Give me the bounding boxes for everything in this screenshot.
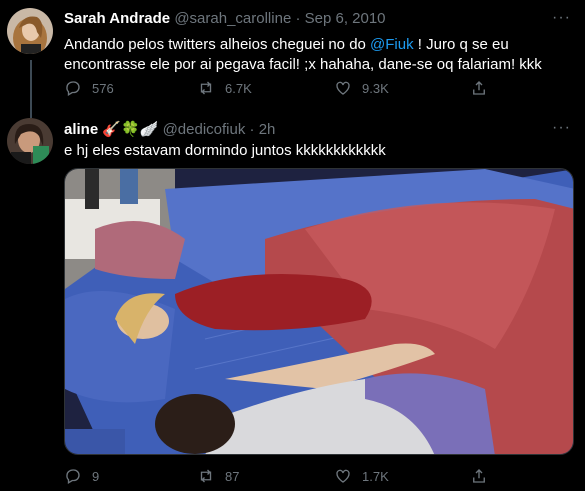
avatar-sarah[interactable]	[7, 8, 53, 54]
tweet-header: Sarah Andrade @sarah_carolline · Sep 6, …	[64, 10, 386, 27]
reply-button[interactable]: 9	[64, 466, 99, 486]
action-bar: 576 6.7K 9.3K	[64, 78, 504, 98]
more-options-icon[interactable]: ···	[552, 9, 571, 27]
name-emojis: 🎸🍀🪽	[102, 121, 159, 138]
tweet-header: aline 🎸🍀🪽 @dedicofiuk · 2h	[64, 120, 275, 138]
avatar-aline[interactable]	[7, 118, 53, 164]
user-handle[interactable]: @dedicofiuk	[163, 121, 246, 138]
retweet-button[interactable]: 87	[197, 466, 239, 486]
mention-link[interactable]: @Fiuk	[370, 36, 414, 53]
reply-count: 576	[92, 80, 114, 96]
tweet-aline[interactable]: aline 🎸🍀🪽 @dedicofiuk · 2h ··· e hj eles…	[0, 115, 585, 491]
like-count: 9.3K	[362, 80, 389, 96]
retweet-count: 6.7K	[225, 80, 252, 96]
tweet-photo[interactable]	[64, 168, 574, 455]
more-options-icon[interactable]: ···	[552, 119, 571, 137]
like-icon	[336, 81, 350, 95]
reply-button[interactable]: 576	[64, 78, 114, 98]
tweet-text-start: Andando pelos twitters alheios cheguei n…	[64, 36, 371, 53]
reply-icon	[66, 81, 80, 96]
separator-dot: ·	[249, 121, 255, 138]
like-button[interactable]: 9.3K	[334, 78, 389, 98]
share-icon	[473, 469, 485, 483]
reply-count: 9	[92, 468, 100, 484]
retweet-icon	[200, 81, 212, 95]
share-button[interactable]	[470, 78, 498, 98]
tweet-text: Andando pelos twitters alheios cheguei n…	[64, 35, 564, 75]
like-count: 1.7K	[362, 468, 389, 484]
user-handle[interactable]: @sarah_carolline	[174, 10, 291, 27]
like-button[interactable]: 1.7K	[334, 466, 389, 486]
separator-dot: ·	[295, 10, 301, 27]
retweet-count: 87	[225, 468, 240, 484]
reply-icon	[66, 469, 80, 484]
retweet-icon	[200, 469, 212, 483]
like-icon	[336, 469, 350, 483]
retweet-button[interactable]: 6.7K	[197, 78, 252, 98]
timestamp[interactable]: Sep 6, 2010	[305, 10, 386, 27]
tweet-sarah[interactable]: Sarah Andrade @sarah_carolline · Sep 6, …	[0, 0, 585, 118]
thread-connector-line	[30, 60, 32, 118]
share-button[interactable]	[470, 466, 498, 486]
timestamp[interactable]: 2h	[259, 121, 276, 138]
tweet-text: e hj eles estavam dormindo juntos kkkkkk…	[64, 142, 386, 159]
share-icon	[473, 81, 485, 95]
display-name[interactable]: aline	[64, 121, 98, 138]
display-name[interactable]: Sarah Andrade	[64, 10, 170, 27]
action-bar: 9 87 1.7K	[64, 466, 504, 486]
